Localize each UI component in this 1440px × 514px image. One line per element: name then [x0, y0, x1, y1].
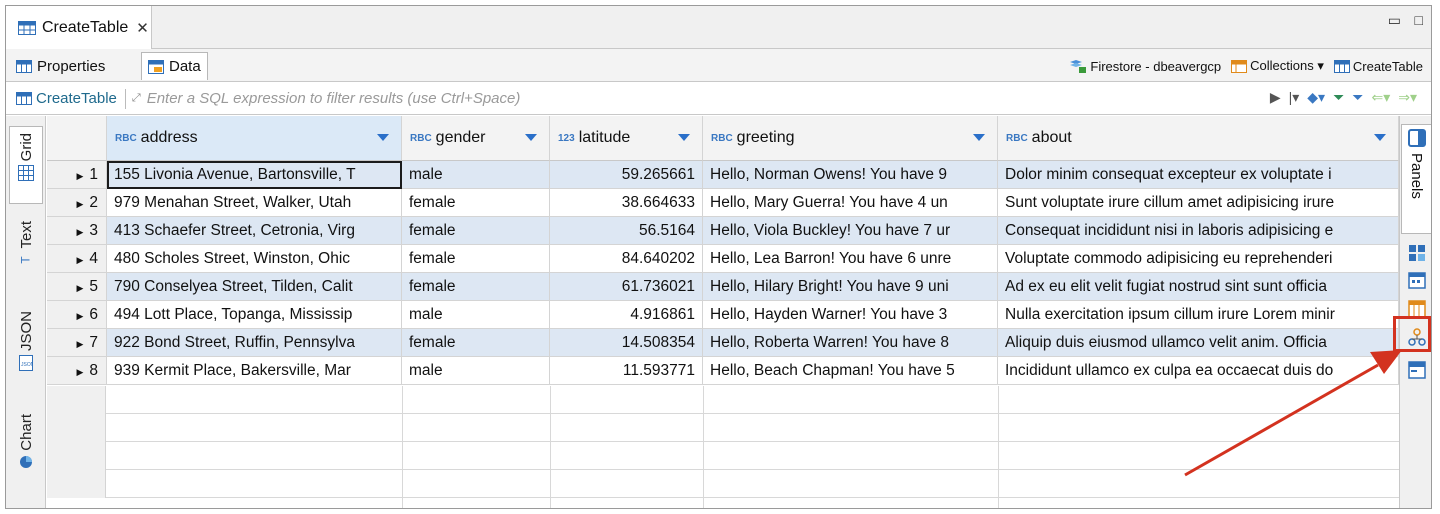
annotation-arrow — [1184, 350, 1402, 477]
arrow-head — [1370, 350, 1402, 374]
arrow-line — [1184, 363, 1379, 477]
